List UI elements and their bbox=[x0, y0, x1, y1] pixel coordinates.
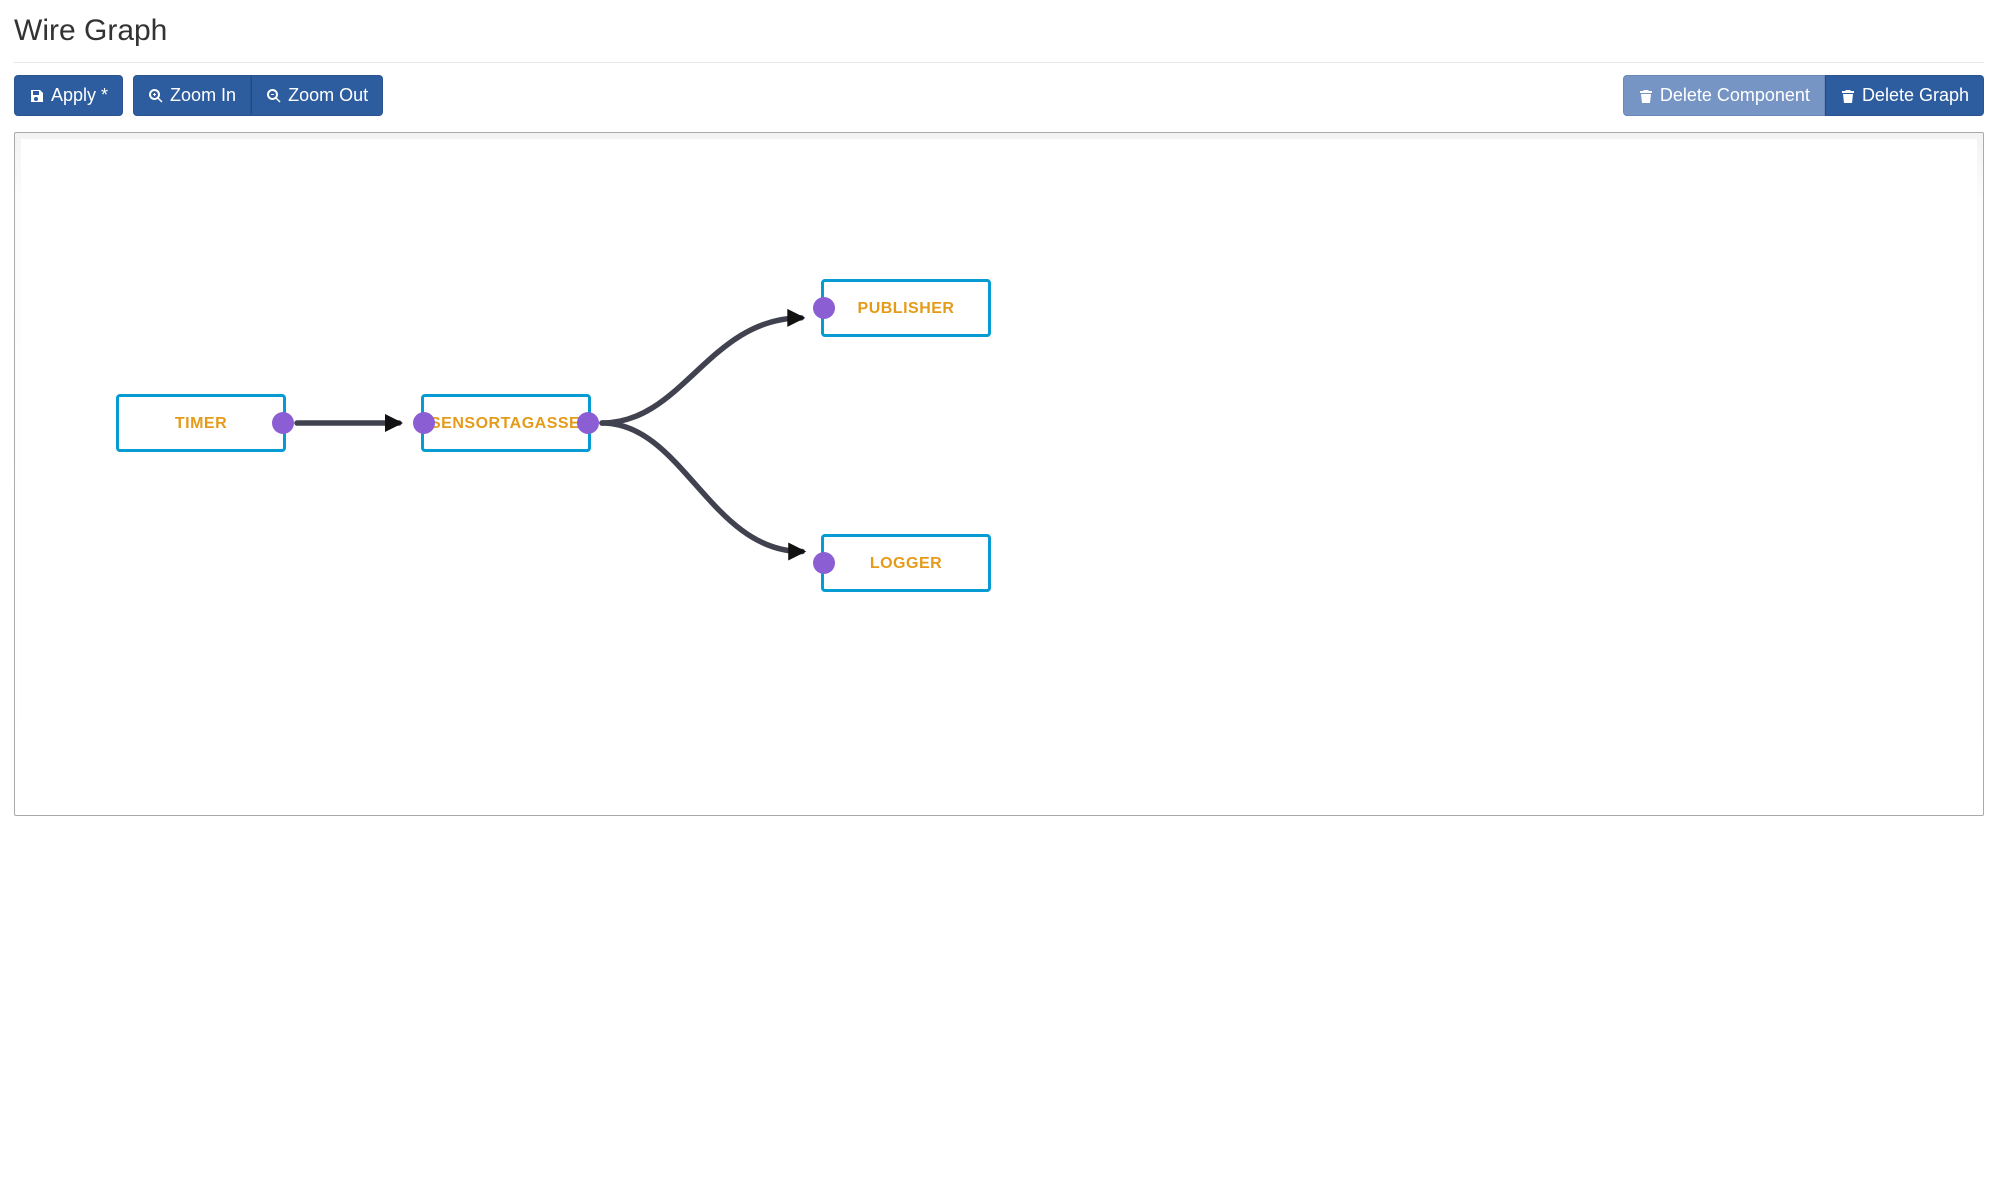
toolbar: Apply * Zoom In Zoom Out bbox=[14, 75, 1984, 116]
zoom-out-icon bbox=[266, 88, 282, 104]
page-title: Wire Graph bbox=[14, 10, 1984, 62]
divider bbox=[14, 62, 1984, 63]
arrowhead-icon bbox=[385, 414, 403, 432]
node-label: LOGGER bbox=[870, 555, 942, 573]
zoom-out-button[interactable]: Zoom Out bbox=[251, 75, 383, 116]
wire[interactable] bbox=[602, 423, 802, 552]
graph-canvas[interactable]: TIMER SENSORTAGASSET PUBLISHER LOGGER bbox=[21, 139, 1977, 809]
apply-group: Apply * bbox=[14, 75, 123, 116]
delete-component-label: Delete Component bbox=[1660, 84, 1810, 107]
save-icon bbox=[29, 88, 45, 104]
port-in[interactable] bbox=[813, 297, 835, 319]
node-label: TIMER bbox=[175, 415, 227, 433]
port-out[interactable] bbox=[272, 412, 294, 434]
node-pub[interactable]: PUBLISHER bbox=[821, 279, 991, 337]
arrowhead-icon bbox=[788, 543, 806, 561]
port-in[interactable] bbox=[813, 552, 835, 574]
node-timer[interactable]: TIMER bbox=[116, 394, 286, 452]
delete-graph-button[interactable]: Delete Graph bbox=[1825, 75, 1984, 116]
node-logger[interactable]: LOGGER bbox=[821, 534, 991, 592]
wire[interactable] bbox=[602, 318, 801, 423]
zoom-group: Zoom In Zoom Out bbox=[133, 75, 383, 116]
delete-graph-label: Delete Graph bbox=[1862, 84, 1969, 107]
zoom-in-label: Zoom In bbox=[170, 84, 236, 107]
trash-icon bbox=[1840, 88, 1856, 104]
wires-layer bbox=[21, 139, 1977, 809]
arrowhead-icon bbox=[787, 309, 805, 327]
trash-icon bbox=[1638, 88, 1654, 104]
node-asset[interactable]: SENSORTAGASSET bbox=[421, 394, 591, 452]
delete-component-button[interactable]: Delete Component bbox=[1623, 75, 1825, 116]
zoom-out-label: Zoom Out bbox=[288, 84, 368, 107]
zoom-in-button[interactable]: Zoom In bbox=[133, 75, 251, 116]
zoom-in-icon bbox=[148, 88, 164, 104]
port-out[interactable] bbox=[577, 412, 599, 434]
apply-label: Apply * bbox=[51, 84, 108, 107]
node-label: PUBLISHER bbox=[858, 300, 955, 318]
apply-button[interactable]: Apply * bbox=[14, 75, 123, 116]
delete-group: Delete Component Delete Graph bbox=[1623, 75, 1984, 116]
port-in[interactable] bbox=[413, 412, 435, 434]
canvas-frame: TIMER SENSORTAGASSET PUBLISHER LOGGER bbox=[14, 132, 1984, 816]
node-label: SENSORTAGASSET bbox=[430, 415, 582, 433]
